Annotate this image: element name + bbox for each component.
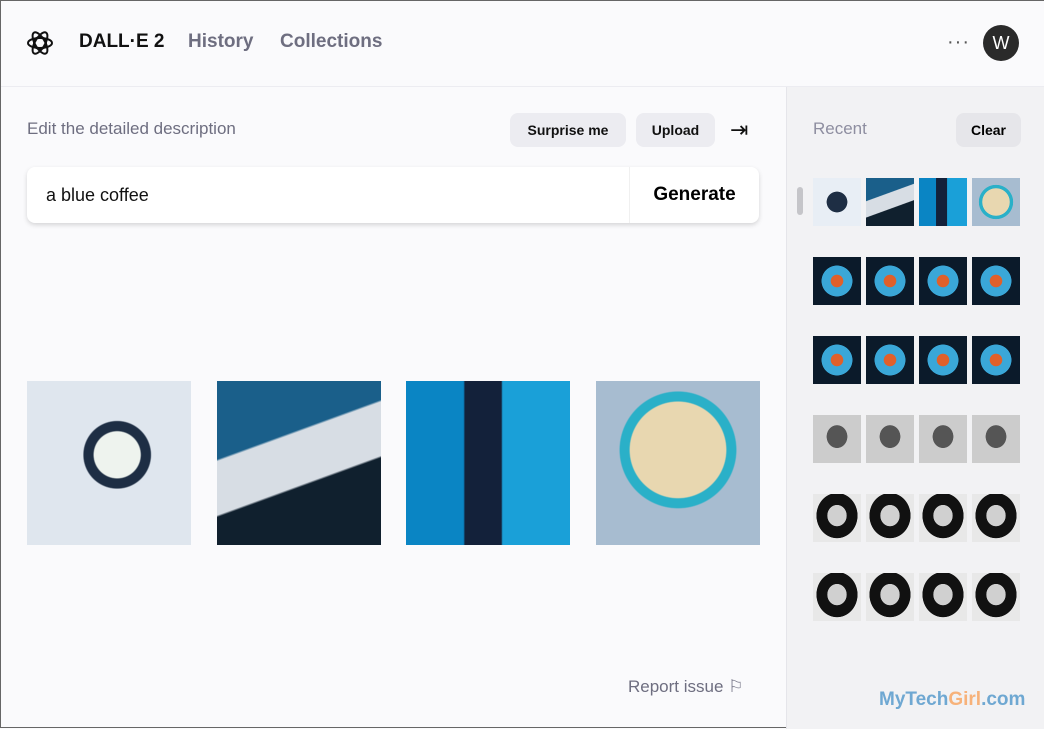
collapse-sidebar-icon[interactable]: ⇥ bbox=[730, 117, 748, 143]
recent-thumbnail[interactable] bbox=[919, 494, 967, 542]
generate-button[interactable]: Generate bbox=[629, 167, 759, 223]
flag-icon: ⚐ bbox=[728, 677, 744, 696]
recent-thumbnail[interactable] bbox=[866, 573, 914, 621]
report-issue-label: Report issue bbox=[628, 677, 724, 696]
recent-thumbnail[interactable] bbox=[972, 573, 1020, 621]
nav-history[interactable]: History bbox=[188, 31, 253, 53]
recent-thumbnail[interactable] bbox=[866, 178, 914, 226]
recent-thumbnail[interactable] bbox=[866, 257, 914, 305]
recent-thumbnail[interactable] bbox=[972, 178, 1020, 226]
recent-thumbnail[interactable] bbox=[866, 494, 914, 542]
brand-title[interactable]: DALL·E 2 bbox=[79, 31, 165, 53]
recent-thumbnail[interactable] bbox=[972, 257, 1020, 305]
recent-thumbnail[interactable] bbox=[813, 178, 861, 226]
main-panel: Edit the detailed description Surprise m… bbox=[1, 87, 786, 729]
recent-thumbnail[interactable] bbox=[919, 336, 967, 384]
result-image-1[interactable] bbox=[27, 381, 191, 545]
recent-sidebar: Recent Clear bbox=[786, 87, 1044, 729]
upload-button[interactable]: Upload bbox=[636, 113, 715, 147]
recent-thumbnail[interactable] bbox=[813, 257, 861, 305]
more-options-icon[interactable]: ··· bbox=[947, 31, 970, 54]
recent-thumbnail[interactable] bbox=[866, 415, 914, 463]
report-issue-link[interactable]: Report issue ⚐ bbox=[628, 677, 743, 697]
recent-thumbnail[interactable] bbox=[972, 415, 1020, 463]
recent-thumbnail[interactable] bbox=[813, 415, 861, 463]
result-image-3[interactable] bbox=[406, 381, 570, 545]
clear-button[interactable]: Clear bbox=[956, 113, 1021, 147]
result-image-4[interactable] bbox=[596, 381, 760, 545]
result-image-2[interactable] bbox=[217, 381, 381, 545]
prompt-box: Generate bbox=[27, 167, 759, 223]
openai-logo-icon[interactable] bbox=[26, 29, 54, 57]
watermark-logo: MyTechGirl.com bbox=[879, 689, 1026, 710]
top-bar: DALL·E 2 History Collections ··· W bbox=[1, 1, 1044, 87]
scrollbar[interactable] bbox=[797, 187, 803, 215]
recent-thumbnail[interactable] bbox=[972, 336, 1020, 384]
recent-thumbnail[interactable] bbox=[919, 573, 967, 621]
avatar[interactable]: W bbox=[983, 25, 1019, 61]
recent-thumbnail[interactable] bbox=[866, 336, 914, 384]
recent-thumbnail[interactable] bbox=[813, 494, 861, 542]
recent-thumbnail[interactable] bbox=[813, 573, 861, 621]
recent-title: Recent bbox=[813, 119, 867, 138]
recent-thumbnail[interactable] bbox=[972, 494, 1020, 542]
prompt-input[interactable] bbox=[27, 167, 629, 223]
recent-thumbnail[interactable] bbox=[919, 178, 967, 226]
recent-thumbnail[interactable] bbox=[813, 336, 861, 384]
recent-thumbnail[interactable] bbox=[919, 415, 967, 463]
surprise-me-button[interactable]: Surprise me bbox=[510, 113, 626, 147]
recent-thumbnail[interactable] bbox=[919, 257, 967, 305]
nav-collections[interactable]: Collections bbox=[280, 31, 382, 53]
description-label: Edit the detailed description bbox=[27, 119, 236, 138]
